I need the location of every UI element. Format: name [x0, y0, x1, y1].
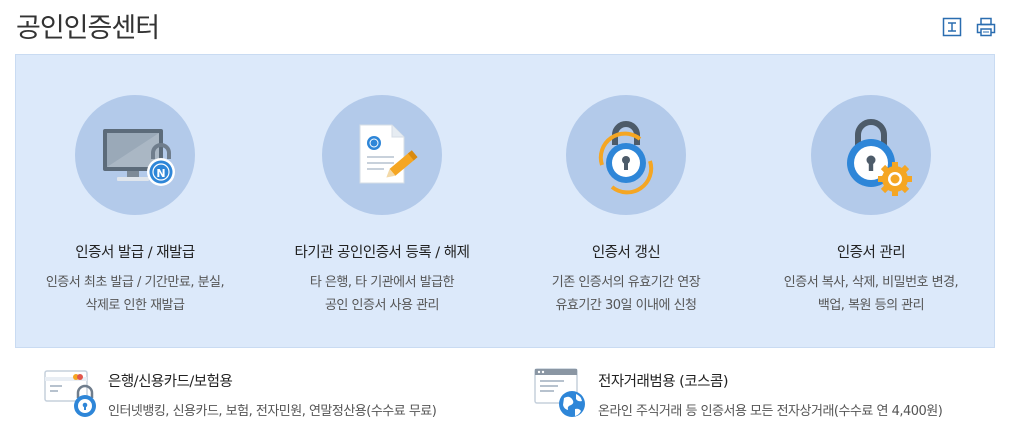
item-description: 온라인 주식거래 등 인증서용 모든 전자상거래(수수료 연 4,400원): [598, 404, 943, 419]
card-title: 인증서 갱신: [591, 245, 661, 261]
card-manage-certificate[interactable]: 인증서 관리 인증서 복사, 삭제, 비밀번호 변경, 백업, 복원 등의 관리: [751, 95, 991, 317]
lock-gear-icon: [811, 95, 931, 215]
lock-renew-icon: [566, 95, 686, 215]
card-register-external-certificate[interactable]: 타기관 공인인증서 등록 / 해제 타 은행, 타 기관에서 발급한 공인 인증…: [262, 95, 502, 317]
card-description: 타 은행, 타 기관에서 발급한 공인 인증서 사용 관리: [309, 275, 455, 313]
page-tools: [942, 17, 996, 37]
card-renew-certificate[interactable]: 인증서 갱신 기존 인증서의 유효기간 연장 유효기간 30일 이내에 신청: [506, 95, 746, 317]
card-title: 타기관 공인인증서 등록 / 해제: [294, 245, 470, 261]
print-icon[interactable]: [976, 17, 996, 37]
item-title: 은행/신용카드/보험용: [108, 374, 233, 390]
card-title: 인증서 관리: [836, 245, 906, 261]
item-description: 인터넷뱅킹, 신용카드, 보험, 전자민원, 연말정산용(수수료 무료): [108, 404, 437, 419]
item-title: 전자거래범용 (코스콤): [598, 374, 728, 390]
window-globe-icon: [534, 368, 586, 420]
card-description: 인증서 최초 발급 / 기간만료, 분실, 삭제로 인한 재발급: [45, 275, 225, 313]
card-title: 인증서 발급 / 재발급: [75, 245, 195, 261]
card-issue-certificate[interactable]: N 인증서 발급 / 재발급 인증서 최초 발급 / 기간만료, 분실, 삭제로…: [15, 95, 255, 317]
svg-text:N: N: [156, 167, 165, 180]
general-trading-certificate-item[interactable]: 전자거래범용 (코스콤) 온라인 주식거래 등 인증서용 모든 전자상거래(수수…: [534, 368, 943, 420]
card-description: 인증서 복사, 삭제, 비밀번호 변경, 백업, 복원 등의 관리: [783, 275, 959, 313]
bank-card-insurance-certificate-item[interactable]: 은행/신용카드/보험용 인터넷뱅킹, 신용카드, 보험, 전자민원, 연말정산용…: [44, 368, 437, 420]
card-description: 기존 인증서의 유효기간 연장 유효기간 30일 이내에 신청: [551, 275, 701, 313]
card-lock-icon: [44, 368, 96, 420]
download-icon[interactable]: [942, 17, 962, 37]
monitor-lock-icon: N: [75, 95, 195, 215]
document-pen-icon: [322, 95, 442, 215]
certificate-services-panel: N 인증서 발급 / 재발급 인증서 최초 발급 / 기간만료, 분실, 삭제로…: [15, 54, 995, 348]
page-title: 공인인증센터: [16, 13, 160, 44]
